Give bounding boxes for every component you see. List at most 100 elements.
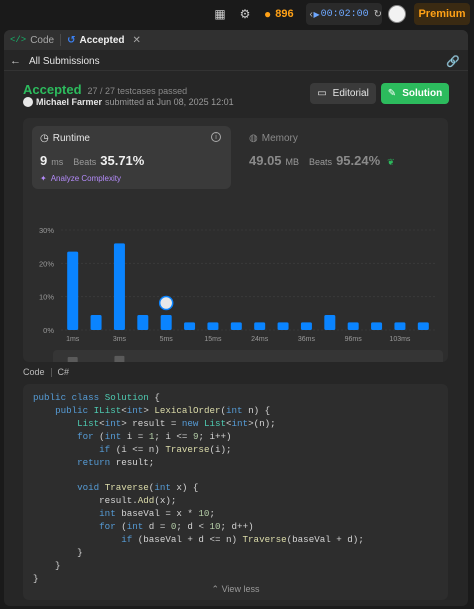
close-icon[interactable]: ✕	[133, 35, 141, 46]
memory-value-row: 49.05 MB Beats 95.24% ❦	[249, 153, 395, 168]
runtime-value-row: 9 ms Beats 35.71%	[40, 153, 144, 168]
chart-bar	[230, 322, 242, 330]
solution-label: Solution	[402, 88, 443, 99]
author-name[interactable]: Michael Farmer	[36, 97, 102, 107]
x-tick-label: 5ms	[160, 336, 174, 343]
code-header: Code C#	[23, 367, 69, 377]
divider	[4, 70, 468, 71]
y-tick-label: 30%	[39, 226, 54, 235]
reset-icon[interactable]: ↻	[374, 9, 382, 20]
link-icon[interactable]: 🔗	[446, 55, 460, 68]
runtime-label: Runtime	[52, 133, 90, 144]
tab-bar: </> Code ↺ Accepted ✕	[4, 30, 468, 50]
x-tick-label: 96ms	[345, 336, 363, 343]
runtime-card[interactable]: ◷ Runtime i 9 ms Beats 35.71% ✦ Analyze …	[32, 126, 231, 189]
editorial-button[interactable]: ▭ Editorial	[310, 83, 376, 104]
runtime-value: 9	[40, 153, 48, 168]
view-less-button[interactable]: ⌃ View less	[23, 584, 448, 595]
code-line: public class Solution {	[33, 392, 160, 403]
solution-button[interactable]: ✎ Solution	[381, 83, 449, 104]
code-language: C#	[57, 367, 70, 377]
x-tick-label: 103ms	[389, 336, 411, 343]
avatar[interactable]	[388, 5, 406, 23]
memory-card[interactable]: ◍ Memory 49.05 MB Beats 95.24% ❦	[249, 126, 439, 189]
sparkle-icon: ✦	[40, 174, 47, 183]
code-line: for (int d = 0; d < 10; d++)	[99, 521, 254, 533]
performance-card: ◷ Runtime i 9 ms Beats 35.71% ✦ Analyze …	[23, 118, 448, 362]
user-avatar-marker	[158, 295, 174, 311]
memory-beats-label: Beats	[309, 157, 333, 167]
all-submissions-link[interactable]: All Submissions	[29, 56, 100, 67]
code-line: if (i <= n) Traverse(i);	[99, 443, 232, 455]
memory-label: Memory	[261, 133, 298, 144]
chart-bar	[371, 322, 383, 330]
code-header-divider	[50, 367, 52, 377]
streak-counter[interactable]: ● 896	[264, 6, 294, 22]
code-line: public IList<int> LexicalOrder(int n) {	[55, 404, 271, 416]
chart-bar	[184, 322, 196, 330]
memory-header: ◍ Memory	[249, 133, 298, 144]
clock-icon: ◷	[40, 133, 49, 144]
code-line: List<int> result = new List<int>(n);	[77, 417, 276, 429]
history-icon: ↺	[67, 34, 76, 46]
x-tick-label: 3ms	[113, 336, 127, 343]
info-icon[interactable]: i	[211, 132, 221, 142]
chart-bar	[324, 315, 336, 330]
gear-icon[interactable]: ⚙	[237, 6, 253, 22]
code-line: void Traverse(int x) {	[77, 482, 199, 494]
testcases-passed: 27 / 27 testcases passed	[87, 86, 188, 96]
tab-code[interactable]: </> Code	[4, 30, 60, 50]
chart-bar	[300, 322, 312, 330]
code-block: public class Solution { public IList<int…	[23, 384, 448, 600]
chart-bar	[254, 322, 266, 330]
x-tick-label: 1ms	[66, 336, 80, 343]
chart-bar	[347, 322, 359, 330]
memory-beats-pct: 95.24%	[336, 153, 381, 168]
submission-author: Michael Farmer submitted at Jun 08, 2025…	[23, 97, 234, 107]
timer-widget: ‹ ▶ 00:02:00 ↻	[306, 3, 382, 25]
submission-status: Accepted 27 / 27 testcases passed	[23, 82, 187, 97]
y-tick-label: 10%	[39, 293, 54, 302]
arrow-left-icon[interactable]: ←	[10, 55, 21, 67]
memory-unit: MB	[285, 157, 300, 167]
streak-count: 896	[275, 8, 294, 20]
chart-bar	[277, 322, 289, 330]
top-bar: ▦ ⚙ ● 896 ‹ ▶ 00:02:00 ↻ Premium	[0, 0, 474, 28]
range-slider-track	[53, 350, 443, 362]
editorial-label: Editorial	[332, 88, 369, 99]
code-line: for (int i = 1; i <= 9; i++)	[77, 430, 232, 442]
analyze-label: Analyze Complexity	[50, 174, 121, 183]
chart-bar	[113, 243, 125, 330]
chart-bar	[207, 322, 219, 330]
code-section-label: Code	[23, 367, 45, 377]
y-tick-label: 20%	[39, 259, 54, 268]
x-tick-label: 15ms	[204, 336, 222, 343]
chart-bar	[90, 315, 102, 330]
code-line: return result;	[77, 456, 155, 468]
layout-grid-icon[interactable]: ▦	[212, 6, 228, 22]
edit-icon: ✎	[387, 88, 397, 99]
chart-bar	[394, 322, 406, 330]
play-icon[interactable]: ▶	[313, 10, 319, 19]
x-tick-label: 36ms	[298, 336, 316, 343]
runtime-beats-label: Beats	[73, 157, 97, 167]
code-line: if (baseVal + d <= n) Traverse(baseVal +…	[121, 533, 364, 545]
code-line: }	[33, 546, 83, 558]
runtime-unit: ms	[51, 157, 64, 167]
book-icon: ▭	[317, 88, 327, 99]
chevrons-up-icon: ⌃	[211, 584, 220, 594]
timer-value: 00:02:00	[320, 8, 369, 20]
analyze-complexity-button[interactable]: ✦ Analyze Complexity	[40, 174, 121, 183]
leaf-icon: ❦	[387, 157, 395, 167]
submission-panel: </> Code ↺ Accepted ✕ ← All Submissions …	[4, 30, 468, 606]
runtime-distribution-chart[interactable]: 30% 20% 10% 0% 1ms 3ms 5ms 15ms 24ms 36ms 96ms 103m…	[23, 196, 448, 362]
view-less-label: View less	[221, 584, 260, 594]
chart-bar	[417, 322, 429, 330]
runtime-beats-pct: 35.71%	[100, 153, 145, 168]
premium-button[interactable]: Premium	[414, 3, 470, 25]
chart-bar	[160, 315, 172, 330]
tab-accepted[interactable]: ↺ Accepted ✕	[61, 30, 147, 50]
flame-icon: ●	[264, 7, 272, 21]
code-line: }	[33, 559, 61, 571]
